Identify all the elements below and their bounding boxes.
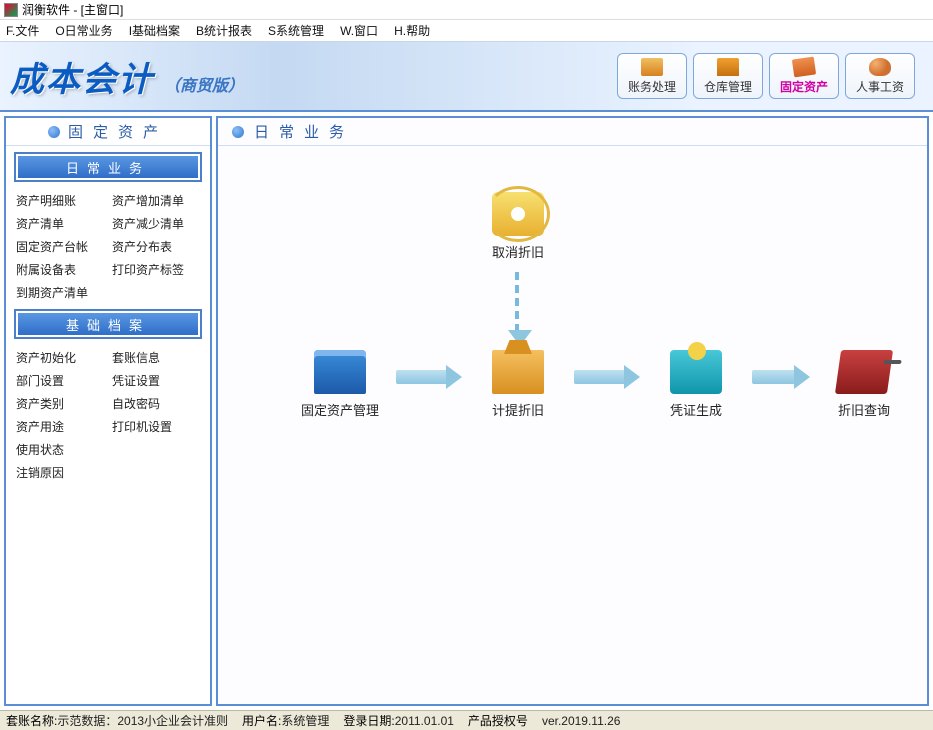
arrow-right-icon: [574, 370, 626, 384]
cancel-icon: [492, 192, 544, 236]
node-label: 取消折旧: [470, 242, 566, 261]
link-use-status[interactable]: 使用状态: [16, 441, 108, 458]
link-asset-cat[interactable]: 资产类别: [16, 395, 108, 412]
link-asset-use[interactable]: 资产用途: [16, 418, 108, 435]
link-empty1: [112, 284, 204, 301]
link-cancel-reason[interactable]: 注销原因: [16, 464, 108, 481]
sidebar-title-text: 固定资产: [68, 121, 168, 142]
link-equip-table[interactable]: 附属设备表: [16, 261, 108, 278]
header-buttons: 账务处理 仓库管理 固定资产 人事工资: [617, 53, 915, 99]
link-asset-dec-list[interactable]: 资产减少清单: [112, 215, 204, 232]
arrow-right-icon: [752, 370, 796, 384]
status-user-value: 系统管理: [281, 714, 329, 728]
title-bar: 润衡软件 - [主窗口]: [0, 0, 933, 20]
bullet-icon: [48, 126, 60, 138]
header-banner: 成本会计 （商贸版） 账务处理 仓库管理 固定资产 人事工资: [0, 42, 933, 112]
header-btn-hr[interactable]: 人事工资: [845, 53, 915, 99]
link-asset-add-list[interactable]: 资产增加清单: [112, 192, 204, 209]
node-label: 折旧查询: [816, 400, 912, 419]
node-voucher-gen[interactable]: 凭证生成: [648, 350, 744, 419]
node-label: 计提折旧: [470, 400, 566, 419]
node-extract-depr[interactable]: 计提折旧: [470, 350, 566, 419]
link-account-info[interactable]: 套账信息: [112, 349, 204, 366]
sidebar: 固定资产 日常业务 资产明细账 资产增加清单 资产清单 资产减少清单 固定资产台…: [4, 116, 212, 706]
status-lic: 产品授权号: [468, 712, 528, 729]
status-user-label: 用户名:: [242, 714, 281, 728]
link-asset-init[interactable]: 资产初始化: [16, 349, 108, 366]
side-section-daily: 日常业务: [14, 152, 202, 182]
arrow-down-icon: [515, 272, 525, 332]
header-btn-label: 固定资产: [780, 78, 828, 95]
status-login-value: 2011.01.01: [395, 714, 454, 728]
link-asset-list[interactable]: 资产清单: [16, 215, 108, 232]
flow-canvas: 取消折旧 固定资产管理 计提折旧 凭证生成 折旧查询: [218, 146, 927, 704]
side-section-hd-basic[interactable]: 基础档案: [18, 313, 198, 335]
main-area: 固定资产 日常业务 资产明细账 资产增加清单 资产清单 资产减少清单 固定资产台…: [0, 112, 933, 710]
menu-file[interactable]: F.文件: [6, 22, 39, 39]
side-links-basic: 资产初始化 套账信息 部门设置 凭证设置 资产类别 自改密码 资产用途 打印机设…: [6, 343, 210, 483]
menu-daily[interactable]: O日常业务: [55, 22, 112, 39]
sidebar-title: 固定资产: [6, 118, 210, 146]
link-empty2: [112, 441, 204, 458]
link-empty3: [112, 464, 204, 481]
voucher-icon: [670, 350, 722, 394]
query-icon: [835, 350, 893, 394]
header-btn-label: 账务处理: [628, 78, 676, 95]
header-btn-fixed-asset[interactable]: 固定资产: [769, 53, 839, 99]
header-btn-accounting[interactable]: 账务处理: [617, 53, 687, 99]
content-title: 日常业务: [218, 118, 927, 146]
node-depr-query[interactable]: 折旧查询: [816, 350, 912, 419]
menu-system[interactable]: S系统管理: [268, 22, 324, 39]
link-asset-ledger[interactable]: 固定资产台帐: [16, 238, 108, 255]
menu-window[interactable]: W.窗口: [340, 22, 378, 39]
link-expire-list[interactable]: 到期资产清单: [16, 284, 108, 301]
status-bar: 套账名称:示范数据：2013小企业会计准则 用户名:系统管理 登录日期:2011…: [0, 710, 933, 730]
window-title: 润衡软件 - [主窗口]: [22, 1, 123, 18]
header-btn-label: 仓库管理: [704, 78, 752, 95]
app-subtitle: （商贸版）: [164, 72, 244, 96]
node-cancel-depr[interactable]: 取消折旧: [470, 192, 566, 261]
menu-report[interactable]: B统计报表: [196, 22, 252, 39]
arrow-right-icon: [396, 370, 448, 384]
link-asset-detail[interactable]: 资产明细账: [16, 192, 108, 209]
tool-icon: [792, 56, 816, 77]
extract-icon: [492, 350, 544, 394]
manage-icon: [314, 350, 366, 394]
app-icon: [4, 3, 18, 17]
status-ver: ver.2019.11.26: [542, 714, 621, 728]
side-links-daily: 资产明细账 资产增加清单 资产清单 资产减少清单 固定资产台帐 资产分布表 附属…: [6, 186, 210, 303]
node-label: 凭证生成: [648, 400, 744, 419]
menu-bar: F.文件 O日常业务 I基础档案 B统计报表 S系统管理 W.窗口 H.帮助: [0, 20, 933, 42]
side-section-hd-daily[interactable]: 日常业务: [18, 156, 198, 178]
content: 日常业务 取消折旧 固定资产管理 计提折旧 凭证生成: [216, 116, 929, 706]
menu-help[interactable]: H.帮助: [394, 22, 430, 39]
book-icon: [641, 58, 663, 76]
box-icon: [717, 58, 739, 76]
status-login-label: 登录日期:: [343, 714, 394, 728]
link-change-pwd[interactable]: 自改密码: [112, 395, 204, 412]
link-dept[interactable]: 部门设置: [16, 372, 108, 389]
menu-basic[interactable]: I基础档案: [129, 22, 180, 39]
status-lic-label: 产品授权号: [468, 714, 528, 728]
status-user: 用户名:系统管理: [242, 712, 329, 729]
status-account: 套账名称:示范数据：2013小企业会计准则: [6, 712, 228, 729]
header-btn-label: 人事工资: [856, 78, 904, 95]
link-print-tag[interactable]: 打印资产标签: [112, 261, 204, 278]
link-voucher-set[interactable]: 凭证设置: [112, 372, 204, 389]
link-printer[interactable]: 打印机设置: [112, 418, 204, 435]
header-btn-warehouse[interactable]: 仓库管理: [693, 53, 763, 99]
people-icon: [869, 58, 891, 76]
app-title: 成本会计: [10, 52, 154, 101]
status-account-label: 套账名称:: [6, 714, 57, 728]
link-asset-dist[interactable]: 资产分布表: [112, 238, 204, 255]
node-asset-manage[interactable]: 固定资产管理: [292, 350, 388, 419]
node-label: 固定资产管理: [292, 400, 388, 419]
status-login: 登录日期:2011.01.01: [343, 712, 454, 729]
content-title-text: 日常业务: [254, 121, 354, 142]
side-section-basic: 基础档案: [14, 309, 202, 339]
bullet-icon: [232, 126, 244, 138]
app-title-wrap: 成本会计 （商贸版）: [10, 52, 244, 101]
status-account-value: 示范数据：2013小企业会计准则: [57, 714, 228, 728]
